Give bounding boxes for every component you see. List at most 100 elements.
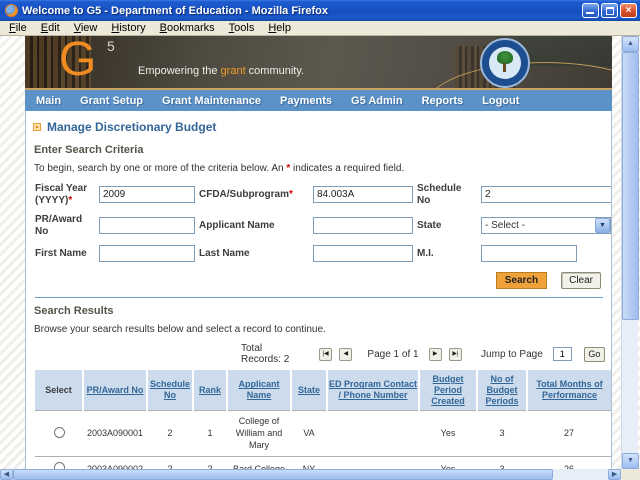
menu-edit[interactable]: Edit <box>34 22 67 34</box>
nav-reports[interactable]: Reports <box>422 95 464 107</box>
vertical-scroll-thumb[interactable] <box>622 52 639 320</box>
menu-history[interactable]: History <box>104 22 152 34</box>
cell-total-months: 26 <box>527 456 611 469</box>
minimize-button[interactable] <box>582 3 599 18</box>
vertical-scrollbar[interactable]: ▲ ▼ <box>621 36 639 469</box>
middle-initial-label: M.I. <box>417 247 434 259</box>
col-select: Select <box>45 384 72 395</box>
prev-page-button[interactable]: ◀ <box>339 347 353 361</box>
next-page-button[interactable]: ▶ <box>428 347 442 361</box>
pr-award-input[interactable] <box>99 217 195 234</box>
schedule-no-label: Schedule No <box>417 183 462 206</box>
restore-button[interactable] <box>601 3 618 18</box>
scroll-left-icon[interactable]: ◀ <box>0 469 13 480</box>
bullet-icon <box>33 123 41 131</box>
horizontal-scrollbar[interactable]: ◀ ▶ <box>0 469 621 480</box>
col-state-sort[interactable]: State <box>298 385 320 395</box>
results-note: Browse your search results below and sel… <box>34 324 326 335</box>
menu-tools[interactable]: Tools <box>222 22 262 34</box>
section-divider <box>35 297 603 298</box>
nav-grant-maintenance[interactable]: Grant Maintenance <box>162 95 261 107</box>
table-header-row: Select PR/Award No Schedule No Rank Appl… <box>35 370 611 412</box>
fiscal-year-label: Fiscal Year (YYYY)* <box>35 183 95 206</box>
col-rank-sort[interactable]: Rank <box>199 385 221 395</box>
window-title: Welcome to G5 - Department of Education … <box>22 4 328 17</box>
cell-rank: 1 <box>193 410 227 458</box>
cell-budget-periods: 3 <box>477 410 527 458</box>
fiscal-year-label-line1: Fiscal Year <box>35 183 88 194</box>
nav-g5-admin[interactable]: G5 Admin <box>351 95 403 107</box>
last-name-input[interactable] <box>313 245 413 262</box>
department-of-education-seal-icon <box>480 38 530 88</box>
table-row: 2003A090001 2 1 College of William and M… <box>35 410 611 458</box>
cell-budget-created: Yes <box>419 410 477 458</box>
nav-payments[interactable]: Payments <box>280 95 332 107</box>
cfda-input[interactable] <box>313 186 413 203</box>
col-budget-created-sort[interactable]: Budget Period Created <box>431 374 465 406</box>
menu-bookmarks[interactable]: Bookmarks <box>153 22 222 34</box>
jump-to-page-label: Jump to Page <box>481 348 543 360</box>
page-title: Manage Discretionary Budget <box>33 120 605 134</box>
main-navigation: Main Grant Setup Grant Maintenance Payme… <box>25 90 612 111</box>
first-name-label: First Name <box>35 247 87 259</box>
tagline-pre: Empowering the <box>138 65 221 77</box>
chevron-down-icon[interactable]: ▼ <box>595 218 610 233</box>
page-content: Manage Discretionary Budget Enter Search… <box>25 111 612 469</box>
cell-state: VA <box>291 410 327 458</box>
nav-logout[interactable]: Logout <box>482 95 519 107</box>
search-button[interactable]: Search <box>495 272 548 289</box>
col-schedule-sort[interactable]: Schedule No <box>150 379 190 400</box>
firefox-icon <box>5 4 18 17</box>
g5-banner: G 5 Empowering the grant community. <box>25 36 612 88</box>
search-results-table: Select PR/Award No Schedule No Rank Appl… <box>35 370 611 469</box>
applicant-name-input[interactable] <box>313 217 413 234</box>
col-budget-periods-sort[interactable]: No of Budget Periods <box>485 374 518 406</box>
fiscal-year-label-line2: (YYYY) <box>35 194 69 206</box>
cell-budget-periods: 3 <box>477 456 527 469</box>
g5-logo: G <box>59 36 97 86</box>
select-record-radio[interactable] <box>53 426 65 438</box>
fiscal-year-input[interactable] <box>99 186 195 203</box>
menu-help[interactable]: Help <box>261 22 298 34</box>
scroll-right-icon[interactable]: ▶ <box>608 469 621 480</box>
state-select[interactable]: - Select - ▼ <box>481 217 611 234</box>
cell-applicant: College of William and Mary <box>227 410 291 458</box>
seal-inner-ring <box>489 47 521 79</box>
nav-grant-setup[interactable]: Grant Setup <box>80 95 143 107</box>
scroll-up-icon[interactable]: ▲ <box>622 36 639 52</box>
fiscal-year-required: * <box>68 194 73 206</box>
schedule-no-input[interactable] <box>481 186 611 203</box>
pagination-top: Total Records: 2 |◀ ◀ Page 1 of 1 ▶ ▶| J… <box>241 343 606 365</box>
cell-ed-contact <box>327 456 419 469</box>
first-page-button[interactable]: |◀ <box>318 347 333 361</box>
col-ed-contact-sort[interactable]: ED Program Contact / Phone Number <box>329 379 417 400</box>
close-button[interactable]: × <box>620 3 637 18</box>
tagline-grant: grant <box>220 65 246 77</box>
clear-button[interactable]: Clear <box>561 272 601 289</box>
last-name-label: Last Name <box>199 247 250 259</box>
criteria-note-post: indicates a required field. <box>290 163 405 174</box>
results-heading: Search Results <box>34 305 114 317</box>
col-pr-award-sort[interactable]: PR/Award No <box>87 385 144 395</box>
middle-initial-input[interactable] <box>481 245 577 262</box>
horizontal-scroll-thumb[interactable] <box>13 469 553 480</box>
menu-view[interactable]: View <box>67 22 105 34</box>
nav-main[interactable]: Main <box>36 95 61 107</box>
cfda-label-text: CFDA/Subprogram <box>199 188 289 200</box>
browser-window: Welcome to G5 - Department of Education … <box>0 0 640 480</box>
col-applicant-sort[interactable]: Applicant Name <box>238 379 279 400</box>
criteria-note-pre: To begin, search by one or more of the c… <box>34 163 287 174</box>
jump-to-page-input[interactable] <box>552 347 572 361</box>
restore-icon <box>606 7 614 15</box>
go-button[interactable]: Go <box>583 346 606 362</box>
cell-schedule: 2 <box>147 456 193 469</box>
cell-rank: 2 <box>193 456 227 469</box>
col-total-months-sort[interactable]: Total Months of Performance <box>536 379 602 400</box>
banner-tagline: Empowering the grant community. <box>138 65 304 77</box>
table-row: 2003A090002 2 2 Bard College NY Yes 3 26 <box>35 456 611 469</box>
first-name-input[interactable] <box>99 245 195 262</box>
last-page-button[interactable]: ▶| <box>448 347 463 361</box>
cell-total-months: 27 <box>527 410 611 458</box>
menu-file[interactable]: File <box>2 22 34 34</box>
scroll-down-icon[interactable]: ▼ <box>622 453 639 469</box>
